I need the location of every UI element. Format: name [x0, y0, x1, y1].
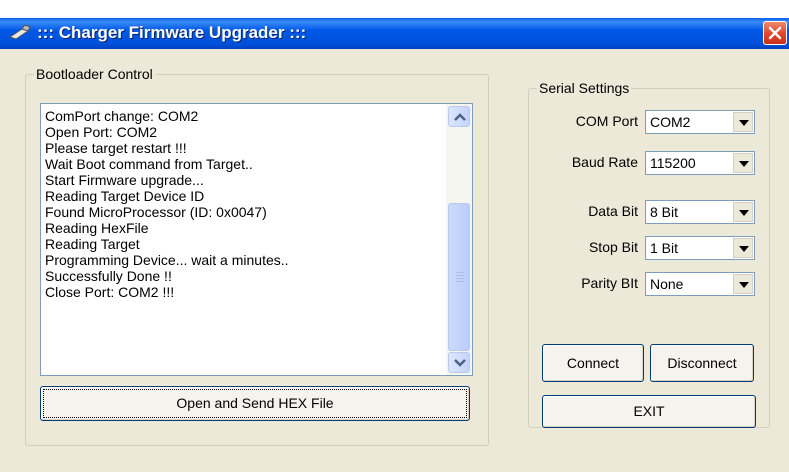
serial-settings-group-label: Serial Settings — [537, 80, 632, 96]
chevron-down-icon — [739, 161, 749, 167]
baud-rate-dropdown-button[interactable] — [733, 153, 753, 173]
baud-rate-value: 115200 — [650, 155, 696, 171]
window-title: ::: Charger Firmware Upgrader ::: — [37, 23, 307, 42]
log-line: Successfully Done !! — [45, 268, 172, 284]
scroll-up-button[interactable] — [448, 106, 470, 127]
scroll-down-button[interactable] — [448, 352, 470, 373]
title-bar[interactable]: ::: Charger Firmware Upgrader ::: — [0, 18, 789, 49]
stop-bit-value: 1 Bit — [650, 240, 679, 256]
log-lines: ComPort change: COM2 Open Port: COM2 Pleas… — [45, 108, 435, 300]
close-icon — [768, 26, 782, 40]
log-line: Wait Boot command from Target.. — [45, 156, 253, 172]
chevron-down-icon — [739, 120, 749, 126]
connect-button[interactable]: Connect — [542, 344, 644, 382]
open-send-hex-button[interactable]: Open and Send HEX File — [40, 386, 470, 421]
com-port-dropdown-button[interactable] — [733, 112, 753, 132]
app-window: ::: Charger Firmware Upgrader ::: Bootlo… — [0, 18, 789, 472]
baud-rate-label: Baud Rate — [571, 154, 638, 170]
log-line: Open Port: COM2 — [45, 124, 158, 140]
data-bit-select[interactable]: 8 Bit — [645, 200, 755, 224]
com-port-value: COM2 — [650, 114, 691, 130]
chevron-up-icon — [454, 113, 466, 121]
log-line: ComPort change: COM2 — [45, 108, 199, 124]
log-line: Found MicroProcessor (ID: 0x0047) — [45, 204, 267, 220]
stop-bit-select[interactable]: 1 Bit — [645, 236, 755, 260]
baud-rate-select[interactable]: 115200 — [645, 151, 755, 175]
close-button[interactable] — [763, 21, 787, 45]
data-bit-dropdown-button[interactable] — [733, 202, 753, 222]
parity-bit-value: None — [650, 276, 684, 292]
parity-bit-label: Parity BIt — [581, 275, 638, 291]
app-icon — [8, 23, 32, 43]
scroll-thumb[interactable] — [448, 203, 470, 351]
parity-bit-dropdown-button[interactable] — [733, 274, 753, 294]
stop-bit-label: Stop Bit — [588, 239, 638, 255]
log-scrollbar[interactable] — [446, 104, 472, 375]
chevron-down-icon — [739, 282, 749, 288]
exit-button[interactable]: EXIT — [542, 395, 756, 428]
log-line: Start Firmware upgrade... — [45, 172, 204, 188]
log-line: Reading HexFile — [45, 220, 149, 236]
log-listbox[interactable]: ComPort change: COM2 Open Port: COM2 Pleas… — [40, 103, 473, 376]
chevron-down-icon — [739, 210, 749, 216]
stop-bit-dropdown-button[interactable] — [733, 238, 753, 258]
log-line: Programming Device... wait a minutes.. — [45, 252, 289, 268]
data-bit-value: 8 Bit — [650, 204, 679, 220]
parity-bit-select[interactable]: None — [645, 272, 755, 296]
log-line: Reading Target Device ID — [45, 188, 205, 204]
chevron-down-icon — [739, 246, 749, 252]
bootloader-group-label: Bootloader Control — [34, 66, 155, 82]
data-bit-label: Data Bit — [588, 203, 638, 219]
log-line: Reading Target — [45, 236, 140, 252]
log-line: Please target restart !!! — [45, 140, 187, 156]
disconnect-button[interactable]: Disconnect — [650, 344, 754, 382]
com-port-select[interactable]: COM2 — [645, 110, 755, 134]
log-line: Close Port: COM2 !!! — [45, 284, 175, 300]
com-port-label: COM Port — [575, 113, 638, 129]
chevron-down-icon — [454, 359, 466, 367]
